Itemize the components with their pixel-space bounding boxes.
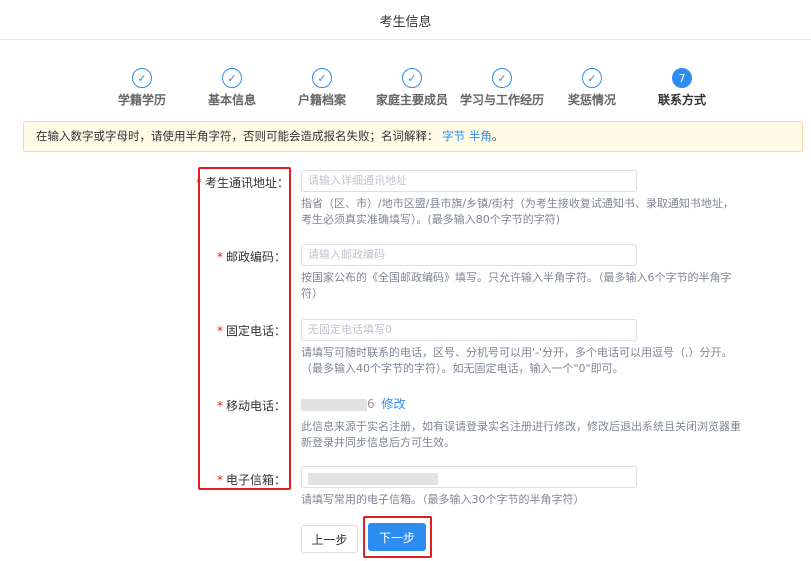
edit-mobile-link[interactable]: 修改 (381, 397, 405, 411)
page-header: 考生信息 (0, 0, 811, 40)
mobile-value: 6 修改 (301, 395, 405, 412)
phone-label: * 固定电话： (216, 324, 286, 338)
check-icon: ✓ (402, 68, 422, 88)
address-hint: 指省（区、市）/地市区盟/县市旗/乡镇/街村（为考生接收复试通知书、录取通知书地… (301, 197, 734, 226)
required-mark: * (216, 399, 223, 413)
postal-label: * 邮政编码： (216, 250, 286, 264)
check-icon: ✓ (312, 68, 332, 88)
next-step-button[interactable]: 下一步 (368, 523, 426, 551)
email-hint: 请填写常用的电子信箱。（最多输入30个字节的半角字符） (301, 493, 585, 506)
check-icon: ✓ (222, 68, 242, 88)
postal-hint: 按国家公布的《全国邮政编码》填写。只允许输入半角字符。（最多输入6个字节的半角字… (301, 271, 732, 300)
required-mark: * (216, 250, 223, 264)
check-icon: ✓ (492, 68, 512, 88)
notice-text: 在输入数字或字母时，请使用半角字符，否则可能会造成报名失败；名词解释： (36, 129, 439, 143)
address-input[interactable]: 请输入详细通讯地址 (301, 170, 637, 192)
byte-definition-link[interactable]: 字节 (442, 129, 465, 143)
masked-email (308, 473, 438, 485)
halfwidth-definition-link[interactable]: 半角 (469, 129, 492, 143)
progress-steps: ✓ 学籍学历 ✓ 基本信息 ✓ 户籍档案 ✓ 家庭主要成员 ✓ 学习与工作经历 … (0, 68, 811, 108)
mobile-value-suffix: 6 (367, 397, 375, 411)
notice-banner: 在输入数字或字母时，请使用半角字符，否则可能会造成报名失败；名词解释： 字节 半… (23, 121, 803, 152)
notice-end: 。 (491, 129, 504, 143)
step-7-current[interactable]: 7 联系方式 (627, 68, 737, 108)
check-icon: ✓ (582, 68, 602, 88)
required-mark: * (216, 473, 223, 487)
required-mark: * (216, 324, 223, 338)
postal-code-input[interactable]: 请输入邮政编码 (301, 244, 637, 266)
masked-phone-number (301, 398, 367, 411)
email-input[interactable] (301, 466, 637, 488)
page-title: 考生信息 (379, 15, 432, 30)
check-icon: ✓ (132, 68, 152, 88)
landline-phone-input[interactable]: 无固定电话填写0 (301, 319, 637, 341)
prev-step-button[interactable]: 上一步 (301, 525, 358, 553)
mobile-label: * 移动电话： (216, 399, 286, 413)
step-label: 联系方式 (657, 93, 706, 107)
mobile-hint: 此信息来源于实名注册，如有误请登录实名注册进行修改，修改后退出系统且关闭浏览器重… (301, 420, 741, 449)
step-number-icon: 7 (672, 68, 692, 88)
required-mark: * (196, 176, 202, 190)
address-label: * 考生通讯地址： (196, 176, 290, 190)
phone-hint: 请填写可随时联系的电话，区号、分机号可以用'-'分开，多个电话可以用逗号（,）分… (301, 346, 733, 375)
email-label: * 电子信箱： (216, 473, 286, 487)
